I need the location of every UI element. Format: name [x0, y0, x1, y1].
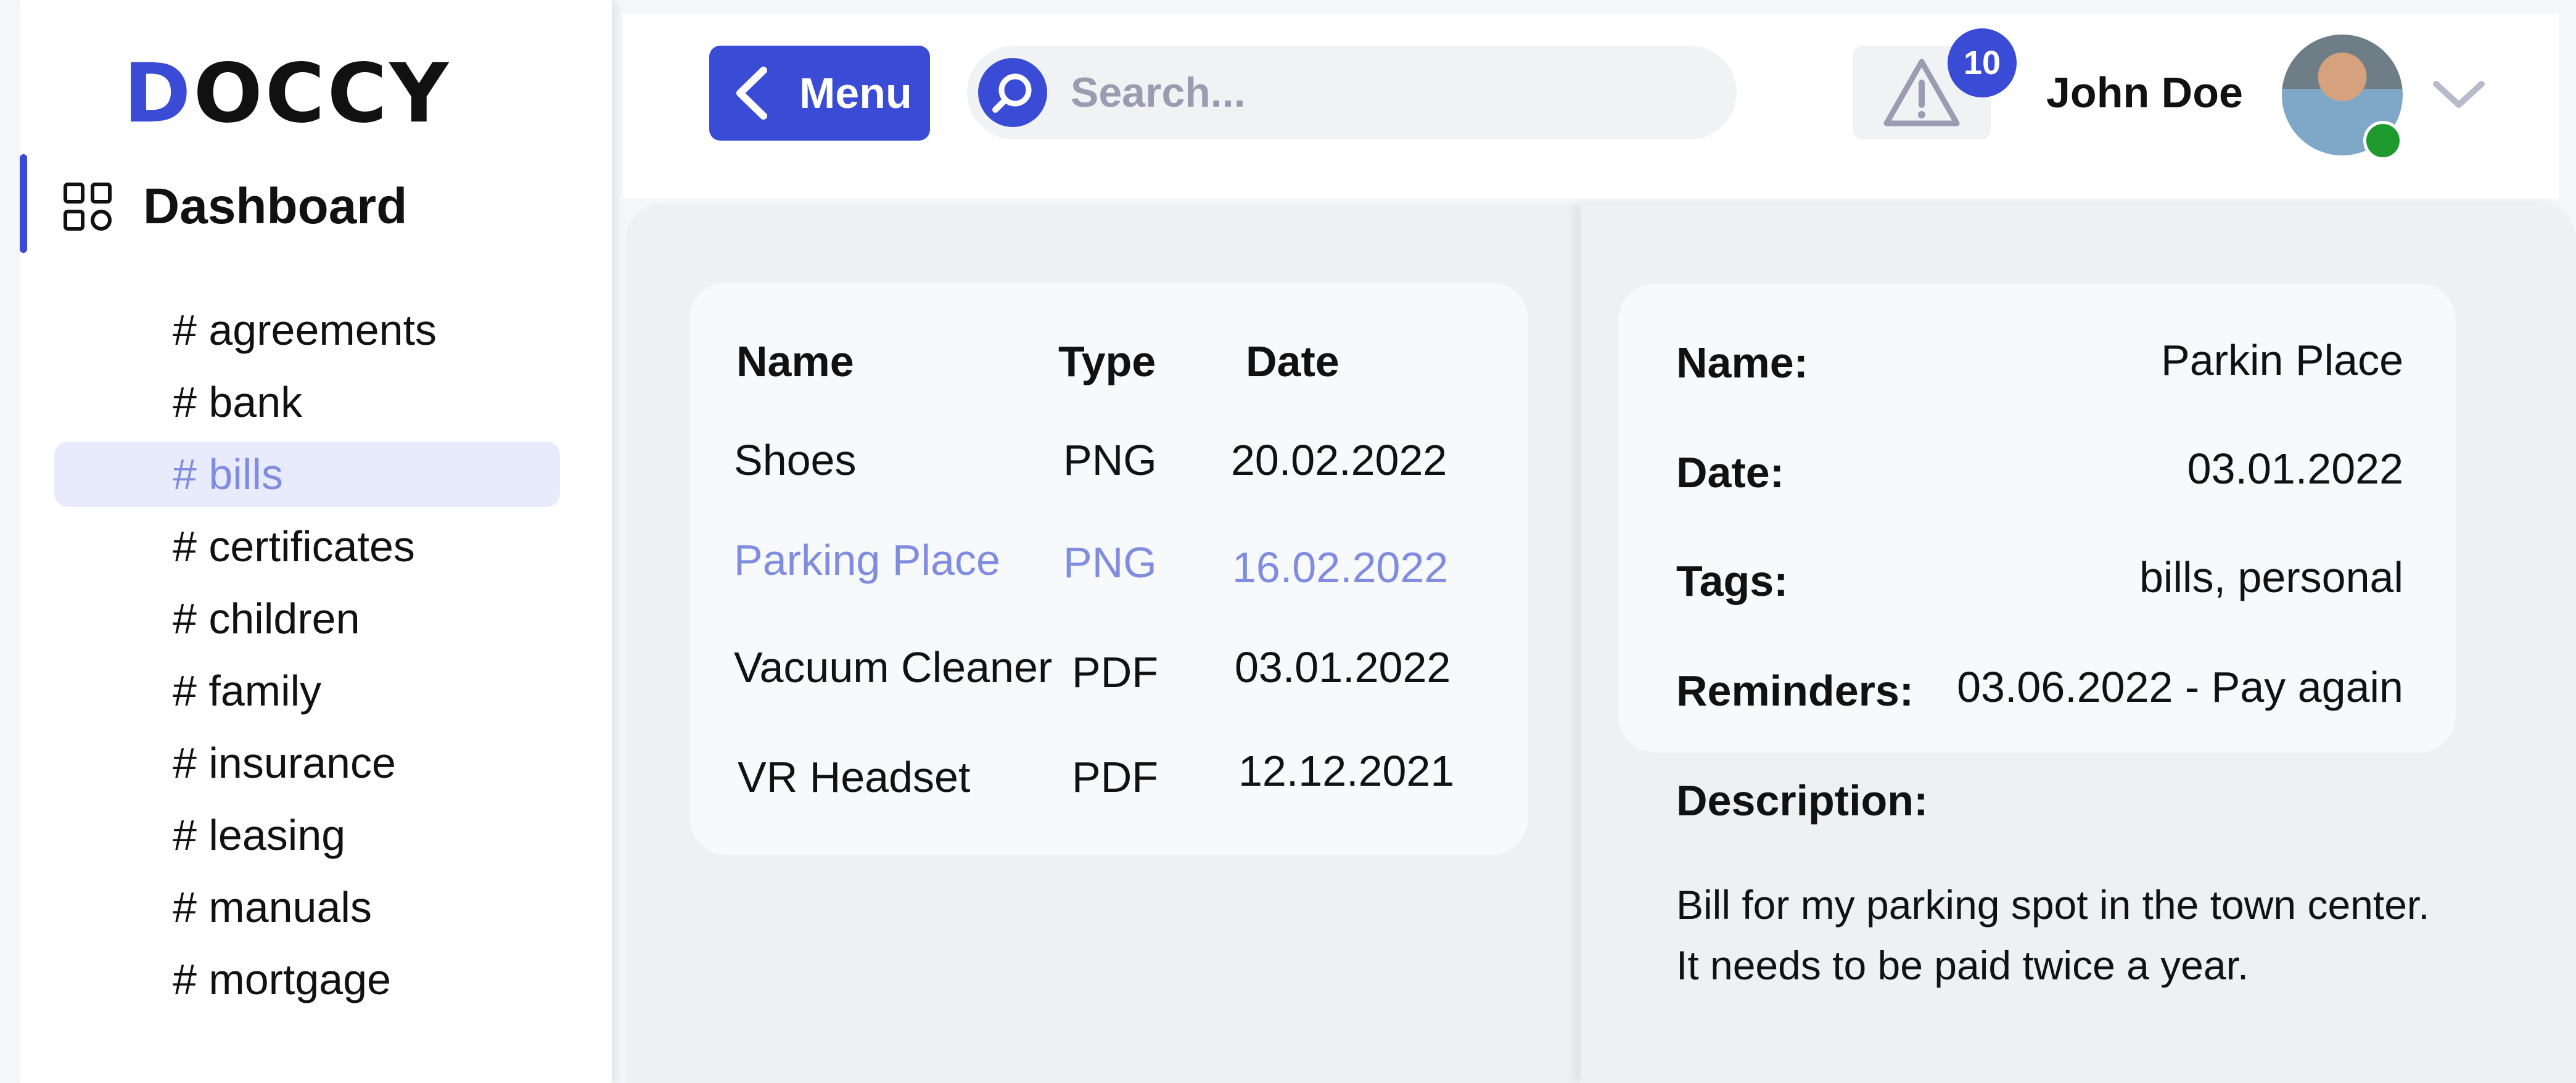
sidebar-tag-children[interactable]: # children: [54, 586, 560, 651]
table-row-date-selected: 16.02.2022: [1232, 543, 1449, 591]
detail-tags-value: bills, personal: [2139, 553, 2403, 601]
logo-mark: D: [123, 46, 194, 141]
sidebar-tag-manuals[interactable]: # manuals: [54, 875, 560, 940]
table-row-date: 20.02.2022: [1231, 436, 1447, 484]
column-header-name[interactable]: Name: [736, 337, 854, 386]
table-row-type-selected: PNG: [1063, 538, 1157, 587]
detail-description-line-1: Bill for my parking spot in the town cen…: [1676, 882, 2430, 928]
logo-text: OCCY: [193, 46, 451, 141]
table-row-date: 12.12.2021: [1238, 747, 1455, 795]
sidebar-tag-agreements[interactable]: # agreements: [54, 297, 560, 363]
sidebar-tag-bills[interactable]: # bills: [54, 442, 560, 507]
search-bar[interactable]: [967, 46, 1737, 139]
menu-button[interactable]: Menu: [709, 46, 930, 141]
detail-name-label: Name:: [1676, 339, 1808, 387]
search-icon[interactable]: [978, 58, 1047, 127]
dashboard-active-indicator: [20, 154, 27, 253]
chevron-left-icon: [736, 67, 767, 120]
table-row-type: PDF: [1072, 648, 1158, 696]
table-row-name[interactable]: Shoes: [734, 435, 856, 485]
user-name[interactable]: John Doe: [2046, 68, 2243, 117]
detail-description-label: Description:: [1676, 776, 1928, 825]
sidebar: DOCCY Dashboard # agreements # bank # bi…: [20, 0, 612, 1083]
sidebar-item-label: Dashboard: [143, 178, 408, 234]
column-header-type[interactable]: Type: [1058, 337, 1156, 386]
sidebar-item-dashboard[interactable]: Dashboard: [63, 173, 407, 241]
sidebar-tag-bank[interactable]: # bank: [54, 369, 560, 435]
table-row-type: PDF: [1072, 753, 1158, 801]
detail-name-value: Parkin Place: [2161, 336, 2403, 384]
online-status-indicator: [2363, 121, 2403, 160]
sidebar-tag-mortgage[interactable]: # mortgage: [54, 947, 560, 1012]
column-header-date[interactable]: Date: [1246, 337, 1339, 386]
menu-button-label: Menu: [799, 69, 912, 117]
dashboard-grid-icon: [64, 183, 112, 231]
detail-description-line-2: It needs to be paid twice a year.: [1676, 942, 2249, 988]
table-row-type: PNG: [1063, 436, 1157, 484]
detail-tags-label: Tags:: [1676, 557, 1788, 605]
detail-reminders-value: 03.06.2022 - Pay again: [1957, 663, 2403, 711]
table-row-name[interactable]: Vacuum Cleaner: [734, 643, 1052, 692]
tag-list: # agreements # bank # bills # certificat…: [54, 297, 560, 1019]
detail-date-value: 03.01.2022: [2187, 445, 2403, 493]
sidebar-tag-certificates[interactable]: # certificates: [54, 514, 560, 579]
detail-reminders-label: Reminders:: [1676, 667, 1914, 715]
sidebar-tag-family[interactable]: # family: [54, 658, 560, 723]
sidebar-tag-leasing[interactable]: # leasing: [54, 802, 560, 868]
sidebar-tag-insurance[interactable]: # insurance: [54, 730, 560, 796]
search-input[interactable]: [1069, 68, 1627, 117]
chevron-down-icon[interactable]: [2431, 76, 2487, 113]
table-row-name-selected[interactable]: Parking Place: [734, 535, 1000, 585]
table-row-date: 03.01.2022: [1235, 643, 1451, 691]
alert-count-badge: 10: [1948, 28, 2017, 97]
detail-date-label: Date:: [1676, 448, 1785, 496]
logo[interactable]: DOCCY: [123, 53, 451, 134]
table-row-name[interactable]: VR Headset: [738, 752, 970, 802]
